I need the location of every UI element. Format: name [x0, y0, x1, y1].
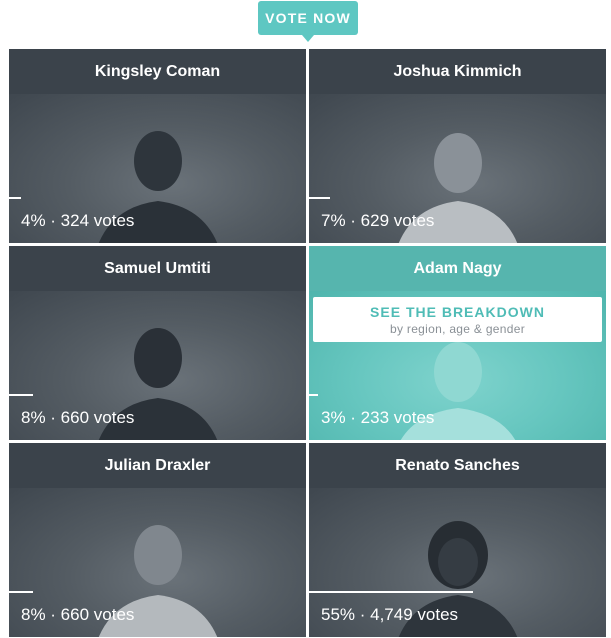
pointer-arrow-icon	[302, 35, 314, 42]
player-name: Samuel Umtiti	[9, 246, 306, 291]
player-name: Joshua Kimmich	[309, 49, 606, 94]
player-card-renato-sanches[interactable]: Renato Sanches 55% · 4,749 votes	[309, 443, 606, 637]
vote-result: 3% · 233 votes	[321, 408, 435, 427]
player-card-adam-nagy[interactable]: Adam Nagy SEE THE BREAKDOWN by region, a…	[309, 246, 606, 440]
see-breakdown-button[interactable]: SEE THE BREAKDOWN by region, age & gende…	[313, 297, 602, 342]
vote-result: 4% · 324 votes	[21, 211, 135, 230]
vote-share-bar	[309, 394, 318, 396]
vote-result: 7% · 629 votes	[321, 211, 435, 230]
player-card-samuel-umtiti[interactable]: Samuel Umtiti 8% · 660 votes	[9, 246, 306, 440]
player-name: Adam Nagy	[309, 246, 606, 291]
player-card-kingsley-coman[interactable]: Kingsley Coman 4% · 324 votes	[9, 49, 306, 243]
vote-share-bar	[9, 394, 33, 396]
breakdown-subtitle: by region, age & gender	[390, 321, 525, 336]
vote-now-button[interactable]: VOTE NOW	[258, 1, 358, 42]
vote-result: 8% · 660 votes	[21, 605, 135, 624]
vote-result: 8% · 660 votes	[21, 408, 135, 427]
breakdown-title: SEE THE BREAKDOWN	[370, 303, 545, 320]
vote-share-bar	[309, 197, 330, 199]
vote-now-label: VOTE NOW	[265, 10, 351, 26]
player-name: Julian Draxler	[9, 443, 306, 488]
player-card-joshua-kimmich[interactable]: Joshua Kimmich 7% · 629 votes	[309, 49, 606, 243]
vote-share-bar	[309, 591, 473, 593]
vote-result: 55% · 4,749 votes	[321, 605, 459, 624]
player-grid: Kingsley Coman 4% · 324 votes Joshua Kim…	[9, 49, 607, 638]
vote-share-bar	[9, 591, 33, 593]
player-name: Kingsley Coman	[9, 49, 306, 94]
player-name: Renato Sanches	[309, 443, 606, 488]
player-card-julian-draxler[interactable]: Julian Draxler 8% · 660 votes	[9, 443, 306, 637]
vote-share-bar	[9, 197, 21, 199]
